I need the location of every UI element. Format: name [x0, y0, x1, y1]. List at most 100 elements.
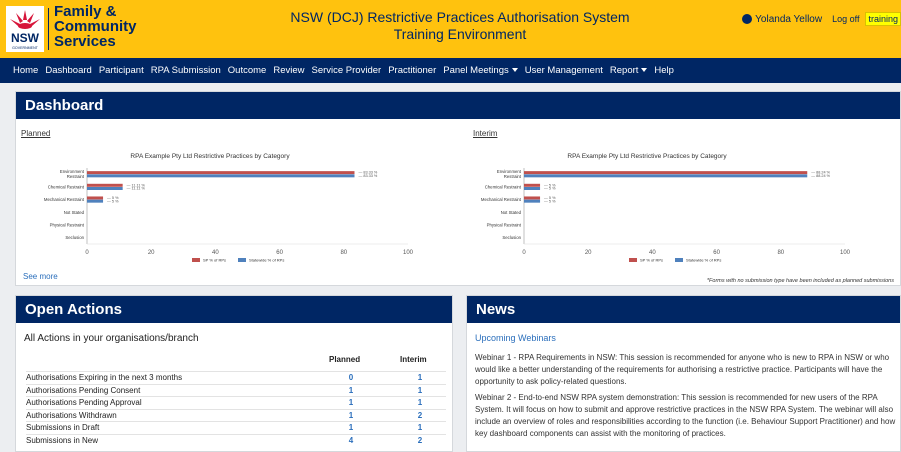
environment-badge: training [865, 12, 901, 26]
main-nav: Home Dashboard Participant RPA Submissio… [0, 58, 901, 83]
category-label: Restraint [504, 174, 522, 179]
org-name: Family & Community Services [54, 4, 137, 49]
x-tick-label: 20 [148, 250, 155, 256]
bar [524, 174, 808, 178]
table-row: Submissions in New 4 2 [26, 436, 446, 448]
see-more-link[interactable]: See more [23, 272, 58, 281]
bar [524, 196, 541, 200]
bar [87, 199, 104, 203]
bar [87, 187, 123, 190]
action-label: Authorisations Expiring in the next 3 mo… [26, 373, 183, 382]
row-separator [26, 383, 446, 385]
news-paragraph-1: Webinar 1 - RPA Requirements in NSW: Thi… [475, 353, 890, 386]
interim-count-link[interactable]: 2 [415, 436, 425, 445]
nav-user-management[interactable]: User Management [525, 65, 603, 76]
news-card: News Upcoming Webinars Webinar 1 - RPA R… [466, 295, 901, 452]
interim-count-link[interactable]: 1 [415, 386, 425, 395]
app-header: NSW GOVERNMENT Family & Community Servic… [0, 0, 901, 58]
nav-help[interactable]: Help [654, 65, 674, 76]
logo-text: NSW [11, 31, 40, 45]
interim-column-header: Interim [400, 355, 427, 364]
nav-outcome[interactable]: Outcome [228, 65, 267, 76]
planned-count-link[interactable]: 0 [346, 373, 356, 382]
category-label: Not Stated [64, 210, 85, 215]
nav-dashboard[interactable]: Dashboard [45, 65, 91, 76]
interim-count-link[interactable]: 2 [415, 411, 425, 420]
logo-divider [48, 8, 49, 50]
legend-swatch [629, 258, 637, 262]
row-separator [26, 433, 446, 435]
bar [524, 183, 541, 187]
category-label: Seclusion [65, 235, 84, 240]
data-label: — 5 % [107, 199, 119, 203]
nav-service-provider[interactable]: Service Provider [311, 65, 381, 76]
interim-chart: RPA Example Pty Ltd Restrictive Practice… [481, 153, 851, 263]
nav-report[interactable]: Report [610, 65, 648, 76]
interim-count-link[interactable]: 1 [415, 373, 425, 382]
user-area: Yolanda Yellow Log off training [742, 12, 901, 26]
planned-count-link[interactable]: 1 [346, 411, 356, 420]
open-actions-subtitle: All Actions in your organisations/branch [24, 333, 199, 344]
data-label: — 11.11 % [127, 187, 146, 191]
nav-practitioner[interactable]: Practitioner [388, 65, 436, 76]
org-name-line1: Family & [54, 3, 117, 20]
x-tick-label: 100 [840, 250, 851, 256]
nav-participant[interactable]: Participant [99, 65, 144, 76]
legend-swatch [675, 258, 683, 262]
legend-swatch [238, 258, 246, 262]
open-actions-title: Open Actions [16, 296, 452, 323]
planned-count-link[interactable]: 4 [346, 436, 356, 445]
planned-link[interactable]: Planned [21, 129, 50, 138]
x-tick-label: 60 [276, 250, 283, 256]
bar [524, 171, 808, 175]
planned-count-link[interactable]: 1 [346, 386, 356, 395]
interim-count-link[interactable]: 1 [415, 423, 425, 432]
nav-home[interactable]: Home [13, 65, 38, 76]
category-label: Seclusion [502, 235, 521, 240]
chevron-down-icon [511, 68, 518, 73]
nav-panel-meetings[interactable]: Panel Meetings [443, 65, 518, 76]
x-tick-label: 0 [522, 250, 526, 256]
x-tick-label: 80 [777, 250, 784, 256]
x-tick-label: 60 [713, 250, 720, 256]
bar [87, 174, 355, 178]
bar [524, 199, 541, 203]
system-title-line2: Training Environment [393, 26, 527, 42]
planned-column-header: Planned [329, 355, 361, 364]
interim-link[interactable]: Interim [473, 129, 497, 138]
logoff-link[interactable]: Log off [832, 14, 859, 24]
org-name-line2: Community [54, 18, 137, 35]
data-label: — 5 % [544, 187, 556, 191]
category-label: Physical Restraint [487, 223, 522, 228]
logo-subtext: GOVERNMENT [12, 46, 39, 50]
action-label: Submissions in New [26, 435, 99, 445]
planned-count-link[interactable]: 1 [346, 423, 356, 432]
chart-footnote: *Forms with no submission type have been… [706, 278, 894, 284]
category-label: Mechanical Restraint [481, 197, 522, 202]
x-tick-label: 40 [649, 250, 656, 256]
row-separator [26, 396, 446, 397]
legend-label: SP % of RPs [640, 258, 663, 263]
category-label: Chemical Restraint [48, 185, 85, 190]
row-separator [26, 421, 446, 422]
bar [87, 171, 355, 175]
dashboard-card: Dashboard Planned Interim RPA Example Pt… [15, 91, 901, 286]
planned-count-link[interactable]: 1 [346, 398, 356, 407]
nsw-government-logo[interactable]: NSW GOVERNMENT [6, 6, 44, 52]
category-label: Physical Restraint [50, 223, 85, 228]
x-tick-label: 20 [585, 250, 592, 256]
nav-rpa-submission[interactable]: RPA Submission [151, 65, 221, 76]
interim-count-link[interactable]: 1 [415, 398, 425, 407]
row-separator [26, 408, 446, 410]
news-subtitle: Upcoming Webinars [475, 333, 556, 343]
category-label: Not Stated [501, 210, 522, 215]
nav-review[interactable]: Review [273, 65, 304, 76]
x-tick-label: 80 [340, 250, 347, 256]
legend-swatch [192, 258, 200, 262]
category-label: Chemical Restraint [485, 185, 522, 190]
dashboard-title: Dashboard [16, 92, 900, 119]
user-name[interactable]: Yolanda Yellow [755, 14, 822, 25]
org-name-line3: Services [54, 33, 116, 50]
legend-label: SP % of RPs [203, 258, 226, 263]
nav-panel-meetings-label: Panel Meetings [443, 65, 509, 76]
